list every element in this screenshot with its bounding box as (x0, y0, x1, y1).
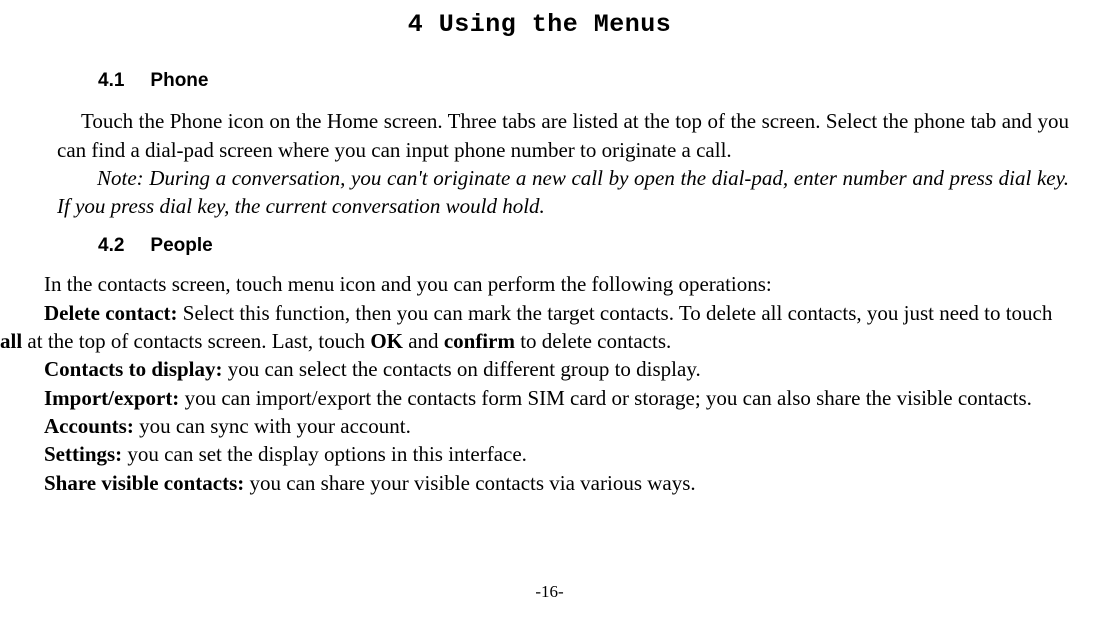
delete-contact-para: Delete contact: Select this function, th… (0, 299, 1059, 356)
delete-contact-ok: OK (370, 329, 403, 353)
delete-contact-text3: and (403, 329, 444, 353)
section-4-1-number: 4.1 (98, 68, 124, 94)
delete-contact-confirm: confirm (444, 329, 515, 353)
page-number: -16- (0, 581, 1099, 604)
delete-contact-text4: to delete contacts. (515, 329, 671, 353)
share-visible-text: you can share your visible contacts via … (244, 471, 695, 495)
settings-label: Settings: (44, 442, 122, 466)
contacts-display-label: Contacts to display: (44, 357, 223, 381)
accounts-para: Accounts: you can sync with your account… (0, 412, 1059, 440)
delete-contact-text2: at the top of contacts screen. Last, tou… (22, 329, 370, 353)
import-export-para: Import/export: you can import/export the… (0, 384, 1059, 412)
share-visible-para: Share visible contacts: you can share yo… (0, 469, 1059, 497)
import-export-text: you can import/export the contacts form … (179, 386, 1032, 410)
delete-contact-all: all (0, 329, 22, 353)
share-visible-label: Share visible contacts: (44, 471, 244, 495)
delete-contact-label: Delete contact: (44, 301, 178, 325)
contacts-display-text: you can select the contacts on different… (223, 357, 701, 381)
section-4-1-para: Touch the Phone icon on the Home screen.… (57, 107, 1069, 164)
section-4-1-title: Phone (150, 70, 208, 91)
section-4-1-heading: 4.1 Phone (98, 68, 1079, 94)
section-4-2-title: People (150, 235, 212, 256)
settings-text: you can set the display options in this … (122, 442, 527, 466)
accounts-label: Accounts: (44, 414, 134, 438)
delete-contact-text1: Select this function, then you can mark … (178, 301, 1053, 325)
chapter-title: 4 Using the Menus (0, 8, 1079, 42)
settings-para: Settings: you can set the display option… (0, 440, 1059, 468)
contacts-display-para: Contacts to display: you can select the … (0, 355, 1059, 383)
section-4-2-number: 4.2 (98, 233, 124, 259)
accounts-text: you can sync with your account. (134, 414, 411, 438)
section-4-1-note: Note: During a conversation, you can't o… (57, 164, 1069, 221)
import-export-label: Import/export: (44, 386, 179, 410)
section-4-2-heading: 4.2 People (98, 233, 1079, 259)
section-4-2-intro: In the contacts screen, touch menu icon … (0, 270, 1059, 298)
